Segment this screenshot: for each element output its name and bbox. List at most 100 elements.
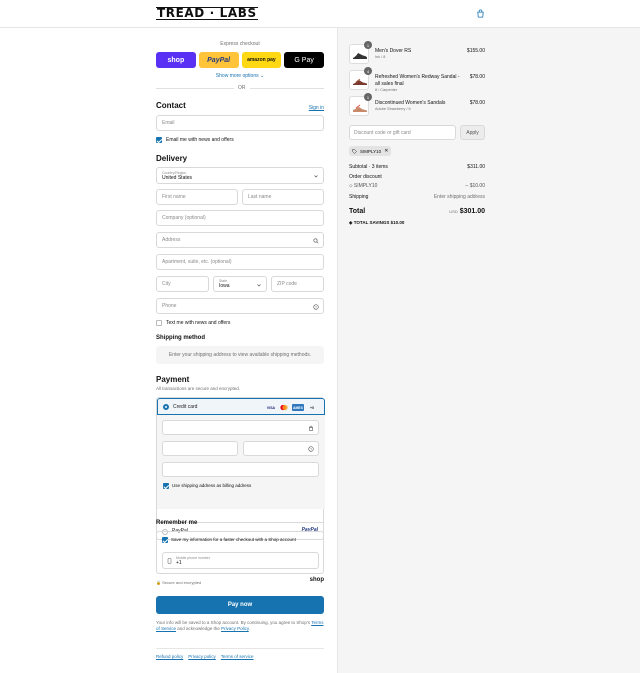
- first-name-field[interactable]: First name: [156, 189, 238, 205]
- discount-tag-code: SIMPLY10: [360, 148, 382, 154]
- total-value: $301.00: [459, 208, 485, 215]
- product-price: $78.00: [469, 74, 485, 80]
- discount-value: – $10.00: [465, 183, 485, 189]
- state-select[interactable]: State Iowa: [213, 276, 267, 292]
- product-name: Discontinued Women's Sandals: [375, 100, 446, 106]
- help-icon[interactable]: ?: [313, 304, 319, 310]
- billing-same-label: Use shipping address as billing address: [172, 483, 252, 488]
- savings-value: $10.00: [390, 220, 405, 225]
- product-variant: Adobe Strawberry / 6: [375, 107, 411, 111]
- legal-text-part: .: [248, 626, 251, 631]
- text-news-label: Text me with news and offers: [166, 320, 231, 326]
- phone-field[interactable]: Phone ?: [156, 298, 324, 314]
- store-logo[interactable]: TREAD · LABS: [156, 7, 258, 20]
- remember-me-heading: Remember me: [156, 520, 198, 526]
- amex-icon: AMEX: [292, 404, 304, 411]
- privacy-policy-footer-link[interactable]: Privacy policy: [188, 654, 216, 659]
- legal-text-part: Your info will be saved to a Shop accoun…: [156, 620, 311, 625]
- secure-label: 🔒 Secure and encrypted: [156, 580, 201, 585]
- shipping-method-heading: Shipping method: [156, 335, 205, 341]
- expiration-field[interactable]: [162, 441, 238, 456]
- shipping-methods-placeholder: Enter your shipping address to view avai…: [156, 346, 324, 364]
- paypal-button[interactable]: PayPal: [198, 52, 239, 68]
- tag-icon: ◈: [349, 220, 353, 225]
- tag-icon: [352, 148, 357, 154]
- email-field[interactable]: Email: [156, 115, 324, 131]
- delivery-heading: Delivery: [156, 154, 188, 163]
- google-pay-button[interactable]: G Pay: [284, 52, 324, 68]
- product-variant: Ink / 8: [375, 55, 386, 59]
- header: TREAD · LABS: [0, 0, 640, 28]
- express-checkout-label: Express checkout: [220, 41, 260, 47]
- express-buttons: shop PayPal amazon pay G Pay: [156, 52, 324, 68]
- save-info-label: Save my information for a faster checkou…: [171, 537, 296, 542]
- lock-icon: 🔒: [156, 580, 161, 585]
- quantity-badge: 1: [364, 93, 372, 101]
- more-cards-badge: +5: [310, 405, 314, 410]
- savings-row: ◈ TOTAL SAVINGS $10.00: [349, 220, 485, 226]
- payment-heading: Payment: [156, 375, 190, 384]
- shipping-value: Enter shipping address: [433, 194, 485, 200]
- company-field[interactable]: Company (optional): [156, 210, 324, 226]
- country-select[interactable]: Country/Region United States: [156, 167, 324, 184]
- terms-of-service-footer-link[interactable]: Terms of service: [221, 654, 254, 659]
- amazon-pay-button[interactable]: amazon pay: [241, 52, 282, 68]
- shop-logo: shop: [309, 577, 324, 583]
- phone-placeholder: Phone: [162, 303, 177, 309]
- discount-code-input[interactable]: Discount code or gift card: [349, 125, 456, 140]
- payment-methods: Credit card VISA AMEX +5 ? Use shipping …: [156, 397, 325, 540]
- card-number-field[interactable]: [162, 420, 319, 435]
- state-value: Iowa: [219, 283, 230, 289]
- remove-discount-icon[interactable]: ✕: [384, 148, 388, 154]
- apply-discount-button[interactable]: Apply: [460, 125, 485, 140]
- address-field[interactable]: Address: [156, 232, 324, 248]
- credit-card-form: ? Use shipping address as billing addres…: [157, 415, 325, 509]
- visa-icon: VISA: [266, 405, 276, 410]
- footer-divider: [156, 648, 324, 649]
- discount-code-label: SIMPLY10: [353, 183, 378, 189]
- apartment-field[interactable]: Apartment, suite, etc. (optional): [156, 254, 324, 270]
- chevron-down-icon: [257, 284, 261, 287]
- mobile-phone-field[interactable]: Mobile phone number +1: [162, 552, 319, 569]
- svg-text:?: ?: [315, 305, 317, 309]
- contact-heading: Contact: [156, 101, 186, 110]
- total-row: Total USD $301.00: [349, 208, 485, 215]
- product-price: $78.00: [469, 100, 485, 106]
- discount-tag: SIMPLY10 ✕: [349, 146, 392, 156]
- chevron-down-icon: [314, 175, 318, 178]
- save-info-checkbox[interactable]: [162, 537, 168, 543]
- show-more-options-link[interactable]: Show more options ⌄: [156, 73, 324, 79]
- help-icon[interactable]: ?: [308, 446, 314, 452]
- zip-field[interactable]: ZIP code: [271, 276, 324, 292]
- refund-policy-link[interactable]: Refund policy: [156, 654, 183, 659]
- order-discount-label: Order discount: [349, 174, 382, 180]
- product-price: $155.00: [466, 48, 485, 54]
- name-on-card-field[interactable]: [162, 462, 319, 477]
- credit-card-radio[interactable]: [163, 404, 169, 410]
- shop-pay-button[interactable]: shop: [156, 52, 196, 68]
- privacy-policy-link[interactable]: Privacy Policy: [221, 626, 249, 631]
- product-variant: 8 / Carpenter: [375, 88, 398, 92]
- text-news-checkbox[interactable]: [156, 320, 162, 326]
- billing-same-checkbox[interactable]: [163, 483, 169, 489]
- total-amount: USD $301.00: [449, 208, 485, 215]
- credit-card-option[interactable]: Credit card VISA AMEX +5: [157, 398, 325, 415]
- security-code-field[interactable]: ?: [243, 441, 319, 456]
- country-value: United States: [162, 174, 193, 181]
- email-news-label: Email me with news and offers: [166, 137, 234, 143]
- product-name: Refreshed Women's Redway Sandal - all sa…: [375, 74, 460, 87]
- email-news-checkbox[interactable]: [156, 137, 162, 143]
- sign-in-link[interactable]: Sign in: [309, 105, 324, 111]
- pay-now-button[interactable]: Pay now: [156, 596, 324, 614]
- city-field[interactable]: City: [156, 276, 209, 292]
- lock-icon: [308, 425, 314, 431]
- discount-code-row: ⬦ SIMPLY10 – $10.00: [349, 183, 485, 189]
- shopping-bag-icon[interactable]: [476, 9, 485, 18]
- product-name: Men's Dover RS: [375, 48, 412, 54]
- subtotal-value: $311.00: [467, 164, 485, 170]
- last-name-field[interactable]: Last name: [242, 189, 324, 205]
- shipping-row: Shipping Enter shipping address: [349, 194, 485, 200]
- legal-text: Your info will be saved to a Shop accoun…: [156, 620, 324, 632]
- savings-label: TOTAL SAVINGS: [353, 220, 390, 225]
- legal-text-part: and acknowledge the: [176, 626, 222, 631]
